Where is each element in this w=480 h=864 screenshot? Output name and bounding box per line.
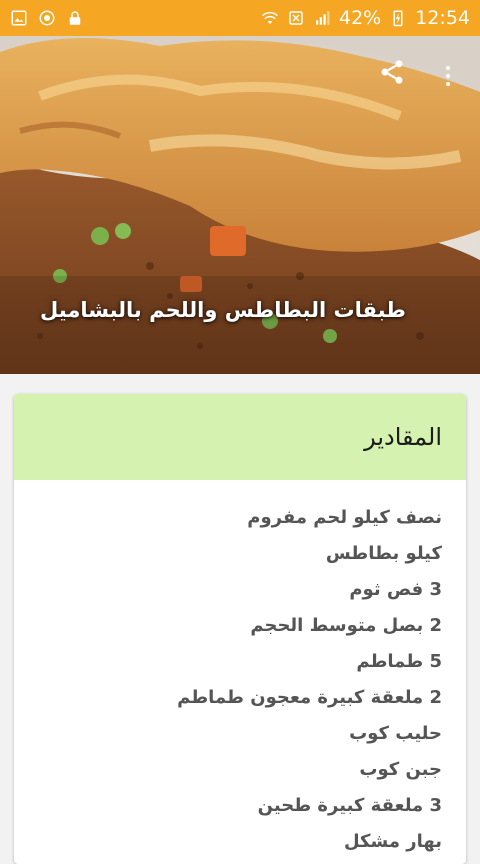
more-vert-icon[interactable] xyxy=(440,64,456,88)
recipe-hero-image: طبقات البطاطس واللحم بالبشاميل xyxy=(0,36,480,374)
ingredient-item: 2 بصل متوسط الحجم xyxy=(250,615,442,636)
ingredients-title: المقادير xyxy=(364,423,442,451)
signal-icon xyxy=(313,9,331,27)
ingredient-item: حليب كوب xyxy=(349,723,442,744)
ingredient-item: 2 ملعقة كبيرة معجون طماطم xyxy=(177,687,442,708)
wifi-icon xyxy=(261,9,279,27)
ingredients-header: المقادير xyxy=(14,394,466,480)
gallery-icon xyxy=(10,9,28,27)
ingredient-item: نصف كيلو لحم مفروم xyxy=(247,507,442,528)
status-bar: 42% 12:54 xyxy=(0,0,480,36)
ingredient-item: 3 ملعقة كبيرة طحين xyxy=(257,795,442,816)
share-icon[interactable] xyxy=(378,58,406,86)
lock-icon xyxy=(66,9,84,27)
app-badge-icon xyxy=(38,9,56,27)
data-saver-icon xyxy=(287,9,305,27)
ingredients-list: نصف كيلو لحم مفروم كيلو بطاطس 3 فص ثوم 2… xyxy=(14,480,466,860)
ingredient-item: جبن كوب xyxy=(359,759,442,780)
battery-charging-icon xyxy=(389,9,407,27)
ingredient-item: كيلو بطاطس xyxy=(325,543,442,564)
food-photo xyxy=(0,36,480,374)
ingredient-item: 3 فص ثوم xyxy=(349,579,442,600)
ingredients-card: المقادير نصف كيلو لحم مفروم كيلو بطاطس 3… xyxy=(14,394,466,864)
clock: 12:54 xyxy=(415,7,470,29)
ingredient-item: 5 طماطم xyxy=(356,651,442,672)
ingredient-item: بهار مشكل xyxy=(343,831,442,852)
recipe-title: طبقات البطاطس واللحم بالبشاميل xyxy=(40,298,406,322)
battery-percent: 42% xyxy=(339,7,382,29)
